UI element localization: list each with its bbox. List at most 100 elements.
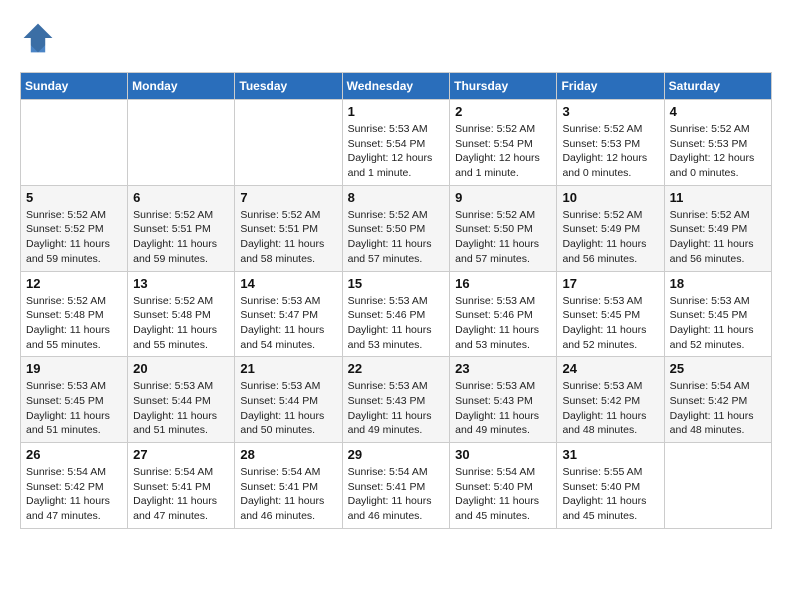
calendar-cell: 19 Sunrise: 5:53 AM Sunset: 5:45 PM Dayli… xyxy=(21,357,128,443)
calendar-cell: 26Sunrise: 5:54 AM Sunset: 5:42 PM Dayli… xyxy=(21,443,128,529)
day-number: 31 xyxy=(562,447,658,462)
day-number: 26 xyxy=(26,447,122,462)
calendar-cell: 21 Sunrise: 5:53 AM Sunset: 5:44 PM Dayli… xyxy=(235,357,342,443)
day-number: 25 xyxy=(670,361,766,376)
calendar-cell: 23 Sunrise: 5:53 AM Sunset: 5:43 PM Dayli… xyxy=(450,357,557,443)
day-info: Sunrise: 5:53 AM Sunset: 5:46 PM Dayligh… xyxy=(348,294,445,353)
weekday-header: Friday xyxy=(557,73,664,100)
day-number: 1 xyxy=(348,104,445,119)
calendar-cell: 24 Sunrise: 5:53 AM Sunset: 5:42 PM Dayli… xyxy=(557,357,664,443)
logo xyxy=(20,20,62,56)
calendar-cell: 10 Sunrise: 5:52 AM Sunset: 5:49 PM Dayli… xyxy=(557,185,664,271)
calendar-cell: 11 Sunrise: 5:52 AM Sunset: 5:49 PM Dayli… xyxy=(664,185,771,271)
day-info: Sunrise: 5:53 AM Sunset: 5:45 PM Dayligh… xyxy=(562,294,658,353)
day-info: Sunrise: 5:54 AM Sunset: 5:41 PM Dayligh… xyxy=(348,465,445,524)
day-number: 16 xyxy=(455,276,551,291)
weekday-header: Thursday xyxy=(450,73,557,100)
day-number: 29 xyxy=(348,447,445,462)
day-number: 17 xyxy=(562,276,658,291)
day-info: Sunrise: 5:53 AM Sunset: 5:44 PM Dayligh… xyxy=(133,379,229,438)
calendar-cell xyxy=(21,100,128,186)
day-number: 28 xyxy=(240,447,336,462)
day-number: 19 xyxy=(26,361,122,376)
day-info: Sunrise: 5:52 AM Sunset: 5:50 PM Dayligh… xyxy=(455,208,551,267)
day-info: Sunrise: 5:52 AM Sunset: 5:48 PM Dayligh… xyxy=(26,294,122,353)
calendar-cell: 5 Sunrise: 5:52 AM Sunset: 5:52 PM Daylig… xyxy=(21,185,128,271)
day-info: Sunrise: 5:53 AM Sunset: 5:54 PM Dayligh… xyxy=(348,122,445,181)
calendar-cell: 22 Sunrise: 5:53 AM Sunset: 5:43 PM Dayli… xyxy=(342,357,450,443)
day-number: 12 xyxy=(26,276,122,291)
day-info: Sunrise: 5:55 AM Sunset: 5:40 PM Dayligh… xyxy=(562,465,658,524)
calendar-cell: 20 Sunrise: 5:53 AM Sunset: 5:44 PM Dayli… xyxy=(128,357,235,443)
calendar-cell: 6Sunrise: 5:52 AM Sunset: 5:51 PM Daylig… xyxy=(128,185,235,271)
day-number: 13 xyxy=(133,276,229,291)
calendar-cell: 16 Sunrise: 5:53 AM Sunset: 5:46 PM Dayli… xyxy=(450,271,557,357)
calendar-cell: 8Sunrise: 5:52 AM Sunset: 5:50 PM Daylig… xyxy=(342,185,450,271)
logo-icon xyxy=(20,20,56,56)
calendar-cell: 13 Sunrise: 5:52 AM Sunset: 5:48 PM Dayli… xyxy=(128,271,235,357)
weekday-header: Sunday xyxy=(21,73,128,100)
day-info: Sunrise: 5:53 AM Sunset: 5:45 PM Dayligh… xyxy=(670,294,766,353)
calendar-week-row: 26Sunrise: 5:54 AM Sunset: 5:42 PM Dayli… xyxy=(21,443,772,529)
calendar-cell xyxy=(235,100,342,186)
calendar-cell: 17 Sunrise: 5:53 AM Sunset: 5:45 PM Dayli… xyxy=(557,271,664,357)
calendar-cell: 25 Sunrise: 5:54 AM Sunset: 5:42 PM Dayli… xyxy=(664,357,771,443)
day-info: Sunrise: 5:52 AM Sunset: 5:49 PM Dayligh… xyxy=(670,208,766,267)
day-number: 8 xyxy=(348,190,445,205)
day-info: Sunrise: 5:52 AM Sunset: 5:54 PM Dayligh… xyxy=(455,122,551,181)
calendar-cell: 1 Sunrise: 5:53 AM Sunset: 5:54 PM Daylig… xyxy=(342,100,450,186)
day-number: 20 xyxy=(133,361,229,376)
calendar-cell: 28Sunrise: 5:54 AM Sunset: 5:41 PM Dayli… xyxy=(235,443,342,529)
weekday-header: Wednesday xyxy=(342,73,450,100)
calendar-cell: 9 Sunrise: 5:52 AM Sunset: 5:50 PM Daylig… xyxy=(450,185,557,271)
calendar-cell: 14 Sunrise: 5:53 AM Sunset: 5:47 PM Dayli… xyxy=(235,271,342,357)
day-info: Sunrise: 5:53 AM Sunset: 5:44 PM Dayligh… xyxy=(240,379,336,438)
day-info: Sunrise: 5:52 AM Sunset: 5:49 PM Dayligh… xyxy=(562,208,658,267)
day-number: 22 xyxy=(348,361,445,376)
day-info: Sunrise: 5:52 AM Sunset: 5:52 PM Dayligh… xyxy=(26,208,122,267)
day-info: Sunrise: 5:52 AM Sunset: 5:53 PM Dayligh… xyxy=(562,122,658,181)
calendar-cell: 31 Sunrise: 5:55 AM Sunset: 5:40 PM Dayli… xyxy=(557,443,664,529)
calendar-cell: 27 Sunrise: 5:54 AM Sunset: 5:41 PM Dayli… xyxy=(128,443,235,529)
calendar-week-row: 1 Sunrise: 5:53 AM Sunset: 5:54 PM Daylig… xyxy=(21,100,772,186)
weekday-header: Saturday xyxy=(664,73,771,100)
day-info: Sunrise: 5:53 AM Sunset: 5:43 PM Dayligh… xyxy=(455,379,551,438)
calendar-header: SundayMondayTuesdayWednesdayThursdayFrid… xyxy=(21,73,772,100)
day-number: 24 xyxy=(562,361,658,376)
calendar-cell: 4 Sunrise: 5:52 AM Sunset: 5:53 PM Daylig… xyxy=(664,100,771,186)
day-number: 9 xyxy=(455,190,551,205)
calendar-cell: 2 Sunrise: 5:52 AM Sunset: 5:54 PM Daylig… xyxy=(450,100,557,186)
day-number: 18 xyxy=(670,276,766,291)
day-info: Sunrise: 5:53 AM Sunset: 5:43 PM Dayligh… xyxy=(348,379,445,438)
calendar-cell: 7Sunrise: 5:52 AM Sunset: 5:51 PM Daylig… xyxy=(235,185,342,271)
calendar-week-row: 12 Sunrise: 5:52 AM Sunset: 5:48 PM Dayli… xyxy=(21,271,772,357)
calendar-cell xyxy=(664,443,771,529)
day-number: 10 xyxy=(562,190,658,205)
calendar-cell: 18 Sunrise: 5:53 AM Sunset: 5:45 PM Dayli… xyxy=(664,271,771,357)
day-info: Sunrise: 5:54 AM Sunset: 5:41 PM Dayligh… xyxy=(133,465,229,524)
page-header xyxy=(20,20,772,56)
day-info: Sunrise: 5:52 AM Sunset: 5:53 PM Dayligh… xyxy=(670,122,766,181)
day-info: Sunrise: 5:53 AM Sunset: 5:42 PM Dayligh… xyxy=(562,379,658,438)
weekday-header: Monday xyxy=(128,73,235,100)
calendar-table: SundayMondayTuesdayWednesdayThursdayFrid… xyxy=(20,72,772,529)
day-number: 15 xyxy=(348,276,445,291)
day-info: Sunrise: 5:54 AM Sunset: 5:42 PM Dayligh… xyxy=(670,379,766,438)
day-number: 6 xyxy=(133,190,229,205)
day-number: 5 xyxy=(26,190,122,205)
day-number: 27 xyxy=(133,447,229,462)
calendar-cell: 15 Sunrise: 5:53 AM Sunset: 5:46 PM Dayli… xyxy=(342,271,450,357)
day-number: 21 xyxy=(240,361,336,376)
calendar-week-row: 19 Sunrise: 5:53 AM Sunset: 5:45 PM Dayli… xyxy=(21,357,772,443)
day-info: Sunrise: 5:53 AM Sunset: 5:46 PM Dayligh… xyxy=(455,294,551,353)
day-number: 4 xyxy=(670,104,766,119)
day-info: Sunrise: 5:53 AM Sunset: 5:45 PM Dayligh… xyxy=(26,379,122,438)
calendar-cell xyxy=(128,100,235,186)
day-number: 11 xyxy=(670,190,766,205)
calendar-cell: 12 Sunrise: 5:52 AM Sunset: 5:48 PM Dayli… xyxy=(21,271,128,357)
day-number: 2 xyxy=(455,104,551,119)
day-number: 14 xyxy=(240,276,336,291)
day-info: Sunrise: 5:52 AM Sunset: 5:48 PM Dayligh… xyxy=(133,294,229,353)
day-info: Sunrise: 5:53 AM Sunset: 5:47 PM Dayligh… xyxy=(240,294,336,353)
day-number: 23 xyxy=(455,361,551,376)
